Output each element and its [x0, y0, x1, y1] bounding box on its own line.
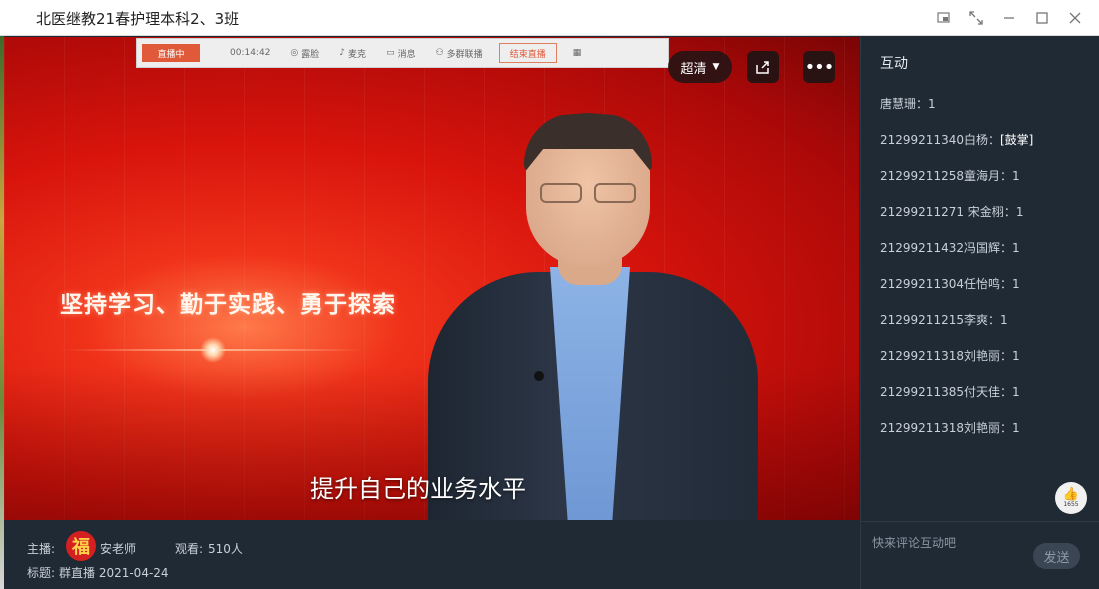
message-user: 21299211432冯国辉: [880, 241, 1000, 255]
more-button[interactable]: •••: [803, 51, 835, 83]
grid-icon[interactable]: ▦: [563, 38, 592, 68]
message-separator: ：: [999, 169, 1012, 183]
host-label: 主播:: [27, 542, 56, 556]
caret-down-icon: ▼: [712, 62, 720, 72]
minimize-icon[interactable]: [998, 7, 1020, 29]
presenter-glasses: [538, 183, 638, 205]
message-content: 1: [928, 97, 936, 111]
live-window: 北医继教21春护理本科2、3班 坚持学习、勤于实践、勇于探索 提升自己的业务水平…: [0, 0, 1099, 589]
share-icon: [756, 61, 769, 74]
live-status-badge[interactable]: 直播中: [142, 44, 200, 62]
message-item: 21299211215李爽：1: [880, 302, 1090, 338]
host-name: 安老师: [100, 542, 137, 556]
close-icon[interactable]: [1064, 7, 1086, 29]
message-user: 21299211304任怡鸣: [880, 277, 1000, 291]
thumbs-up-icon: 👍: [1062, 487, 1080, 502]
like-count: 1655: [1063, 501, 1079, 508]
message-content: 1: [1012, 241, 1020, 255]
lapel-mic: [534, 371, 544, 381]
message-user: 21299211318刘艳丽: [880, 349, 1000, 363]
capture-toolbar: 直播中 00:14:42 ◎ 露脸 ♪ 麦克 ▭ 消息 ⚇ 多群联播 结束直播 …: [136, 38, 669, 68]
topic-label: 标题:: [27, 566, 56, 580]
message-user: 21299211340白杨: [880, 133, 988, 147]
mic-icon: ♪: [339, 48, 346, 58]
message-user: 21299211271 宋金栩: [880, 205, 1004, 219]
message-list[interactable]: 21299211220王丹丹：1唐慧珊：121299211340白杨：[鼓掌]2…: [880, 76, 1090, 506]
message-item: 21299211271 宋金栩：1: [880, 194, 1090, 230]
live-timer: 00:14:42: [230, 48, 271, 58]
message-content: 1: [1012, 169, 1020, 183]
video-subtitle: 提升自己的业务水平: [310, 475, 526, 503]
camera-label: 露脸: [301, 49, 320, 60]
interaction-panel: 互动 21299211220王丹丹：1唐慧珊：121299211340白杨：[鼓…: [860, 37, 1099, 589]
message-separator: ：: [987, 313, 1000, 327]
viewers-label: 观看:: [175, 542, 204, 556]
message-icon: ▭: [386, 48, 395, 58]
message-separator: ：: [916, 97, 929, 111]
camera-toggle[interactable]: ◎ 露脸: [280, 38, 329, 68]
fullscreen-icon[interactable]: [965, 7, 987, 29]
message-item: 21299211432冯国辉：1: [880, 230, 1090, 266]
title-bar: 北医继教21春护理本科2、3班: [0, 0, 1099, 36]
message-separator: ：: [999, 277, 1012, 291]
message-user: 21299211318刘艳丽: [880, 421, 1000, 435]
maximize-icon[interactable]: [1031, 7, 1053, 29]
stream-info-bar: 主播: 福 安老师 观看: 510人 标题: 群直播 2021-04-24: [4, 520, 859, 589]
message-label: 消息: [397, 49, 416, 60]
comment-composer: 快来评论互动吧 发送: [861, 521, 1099, 589]
message-separator: ：: [1003, 205, 1016, 219]
pip-icon[interactable]: [932, 7, 954, 29]
lens-flare: [200, 337, 226, 363]
interaction-heading: 互动: [880, 56, 908, 72]
multi-group-button[interactable]: ⚇ 多群联播: [426, 38, 493, 68]
message-toggle[interactable]: ▭ 消息: [376, 38, 426, 68]
message-item: 21299211385付天佳：1: [880, 374, 1090, 410]
share-button[interactable]: [747, 51, 779, 83]
message-item: 21299211340白杨：[鼓掌]: [880, 122, 1090, 158]
mic-label: 麦克: [348, 49, 367, 60]
topic-value: 群直播 2021-04-24: [59, 566, 169, 580]
message-item: 唐慧珊：1: [880, 86, 1090, 122]
quality-selector[interactable]: 超清 ▼: [668, 51, 732, 83]
message-separator: ：: [999, 385, 1012, 399]
message-item: 21299211318刘艳丽：1: [880, 338, 1090, 374]
message-user: 21299211385付天佳: [880, 385, 1000, 399]
message-content: 1: [1000, 313, 1008, 327]
message-user: 21299211215李爽: [880, 313, 988, 327]
host-avatar[interactable]: 福: [66, 531, 96, 561]
comment-input[interactable]: 快来评论互动吧: [872, 534, 956, 551]
quality-label: 超清: [680, 61, 707, 77]
window-title: 北医继教21春护理本科2、3班: [36, 10, 240, 28]
message-item: 21299211318刘艳丽：1: [880, 410, 1090, 446]
message-content: 1: [1012, 349, 1020, 363]
mic-toggle[interactable]: ♪ 麦克: [329, 38, 376, 68]
message-separator: ：: [987, 133, 1000, 147]
message-content: 1: [1012, 277, 1020, 291]
viewers-count: 510人: [208, 542, 243, 556]
message-separator: ：: [999, 241, 1012, 255]
message-content: 1: [1015, 205, 1024, 219]
message-content: 1: [1012, 421, 1020, 435]
camera-icon: ◎: [290, 48, 299, 58]
more-icon: •••: [804, 56, 835, 78]
message-separator: ：: [999, 421, 1012, 435]
like-button[interactable]: 👍 1655: [1055, 482, 1087, 514]
slogan-text: 坚持学习、勤于实践、勇于探索: [60, 292, 396, 318]
message-content: [鼓掌]: [1000, 133, 1034, 147]
avatar-glyph: 福: [72, 537, 90, 558]
message-separator: ：: [999, 349, 1012, 363]
presenter: [428, 113, 758, 520]
message-content: 1: [1012, 385, 1020, 399]
message-item: 21299211220王丹丹：1: [880, 76, 1090, 86]
message-user: 唐慧珊: [880, 97, 917, 111]
send-button[interactable]: 发送: [1033, 543, 1080, 569]
end-live-button[interactable]: 结束直播: [498, 43, 557, 63]
multi-group-label: 多群联播: [446, 49, 483, 60]
video-player[interactable]: 坚持学习、勤于实践、勇于探索 提升自己的业务水平: [4, 37, 859, 520]
users-icon: ⚇: [435, 48, 444, 58]
message-item: 21299211304任怡鸣：1: [880, 266, 1090, 302]
message-item: 21299211258童海月：1: [880, 158, 1090, 194]
message-user: 21299211258童海月: [880, 169, 1000, 183]
